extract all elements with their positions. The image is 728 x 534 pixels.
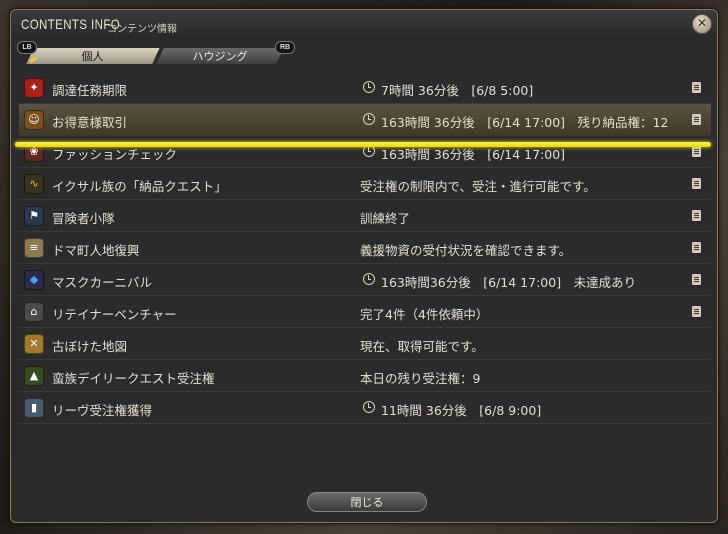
treasure-map-icon: ✕ [24, 334, 44, 354]
list-item[interactable]: ▲ 蛮族デイリークエスト受注権 本日の残り受注権：9 [19, 360, 711, 392]
list-item[interactable]: ⚑ 冒険者小隊 訓練終了 [19, 200, 711, 232]
list-item-name: お得意様取引 [52, 115, 128, 130]
list-item[interactable]: ❀ ファッションチェック 163時間 36分後 [6/14 17:00] [19, 136, 711, 168]
list-item[interactable]: ⌂ リテイナーベンチャー 完了4件（4件依頼中） [19, 296, 711, 328]
document-icon[interactable] [692, 210, 701, 221]
list-item-status: 本日の残り受注権：9 [360, 371, 481, 386]
list-item[interactable]: ∿ イクサル族の「納品クエスト」 受注権の制限内で、受注・進行可能です。 [19, 168, 711, 200]
scroll-icon: ≡ [24, 238, 44, 258]
tab-personal[interactable]: 個人 [24, 47, 162, 65]
list-item-status: 現在、取得可能です。 [360, 339, 484, 354]
tab-personal-label: 個人 [81, 50, 104, 63]
document-icon[interactable] [692, 178, 701, 189]
squadron-flag-icon: ⚑ [24, 206, 44, 226]
window-subtitle: コンテンツ情報 [107, 24, 177, 35]
list-item-status: 163時間36分後 [6/14 17:00] 未達成あり [381, 275, 637, 290]
leve-card-icon: ▮ [24, 398, 44, 418]
tab-bar: LB 個人 ハウジング RB [15, 40, 315, 66]
building-icon: ⌂ [24, 302, 44, 322]
window-title: CONTENTS INFO [21, 16, 121, 32]
list-item-name: 古ぼけた地図 [52, 339, 128, 354]
clock-icon [363, 81, 375, 93]
list-item[interactable]: ◆ マスクカーニバル 163時間36分後 [6/14 17:00] 未達成あり [19, 264, 711, 296]
list-item-status: 163時間 36分後 [6/14 17:00] 残り納品権：12 [381, 115, 669, 130]
contents-info-window: CONTENTS INFO コンテンツ情報 ✕ LB 個人 ハウジング RB ✦… [10, 9, 718, 523]
clock-icon [363, 401, 375, 413]
customer-icon: ☺ [24, 110, 44, 130]
document-icon[interactable] [692, 306, 701, 317]
list-item-status: 11時間 36分後 [6/8 9:00] [381, 403, 542, 418]
document-icon[interactable] [692, 242, 701, 253]
list-item-status: 義援物資の受付状況を確認できます。 [360, 243, 572, 258]
list-item-name: 調達任務期限 [52, 83, 128, 98]
lb-button-hint-icon: LB [17, 41, 37, 54]
list-item-status: 7時間 36分後 [6/8 5:00] [381, 83, 534, 98]
contents-list: ✦ 調達任務期限 7時間 36分後 [6/8 5:00] ☺ お得意様取引 16… [19, 72, 711, 424]
list-item-status: 訓練終了 [360, 211, 411, 226]
list-item-name: マスクカーニバル [52, 275, 153, 290]
document-icon[interactable] [692, 82, 701, 93]
list-item-name: 冒険者小隊 [52, 211, 115, 226]
list-item-selected[interactable]: ☺ お得意様取引 163時間 36分後 [6/14 17:00] 残り納品権：1… [19, 104, 711, 136]
title-bar[interactable]: CONTENTS INFO コンテンツ情報 ✕ [11, 10, 717, 38]
document-icon[interactable] [692, 146, 701, 157]
list-item-name: リーヴ受注権獲得 [52, 403, 153, 418]
mask-icon: ◆ [24, 270, 44, 290]
tab-housing-label: ハウジング [192, 50, 248, 63]
close-button[interactable]: 閉じる [307, 492, 427, 512]
clock-icon [363, 113, 375, 125]
list-item[interactable]: ▮ リーヴ受注権獲得 11時間 36分後 [6/8 9:00] [19, 392, 711, 424]
ixal-icon: ∿ [24, 174, 44, 194]
selection-highlight-bar [15, 142, 711, 147]
clock-icon [363, 273, 375, 285]
seal-icon: ✦ [24, 78, 44, 98]
list-item[interactable]: ≡ ドマ町人地復興 義援物資の受付状況を確認できます。 [19, 232, 711, 264]
list-item[interactable]: ✕ 古ぼけた地図 現在、取得可能です。 [19, 328, 711, 360]
list-item-name: 蛮族デイリークエスト受注権 [52, 371, 215, 386]
list-item-status: 完了4件（4件依頼中） [360, 307, 489, 322]
document-icon[interactable] [692, 114, 701, 125]
list-item-name: ドマ町人地復興 [52, 243, 140, 258]
tab-housing[interactable]: ハウジング [154, 47, 286, 65]
document-icon[interactable] [692, 274, 701, 285]
tent-icon: ▲ [24, 366, 44, 386]
list-item[interactable]: ✦ 調達任務期限 7時間 36分後 [6/8 5:00] [19, 72, 711, 104]
list-item-status: 受注権の制限内で、受注・進行可能です。 [360, 179, 596, 194]
list-item-name: イクサル族の「納品クエスト」 [52, 179, 227, 194]
window-close-icon[interactable]: ✕ [692, 14, 712, 34]
list-item-name: リテイナーベンチャー [52, 307, 177, 322]
rb-button-hint-icon: RB [275, 41, 295, 54]
